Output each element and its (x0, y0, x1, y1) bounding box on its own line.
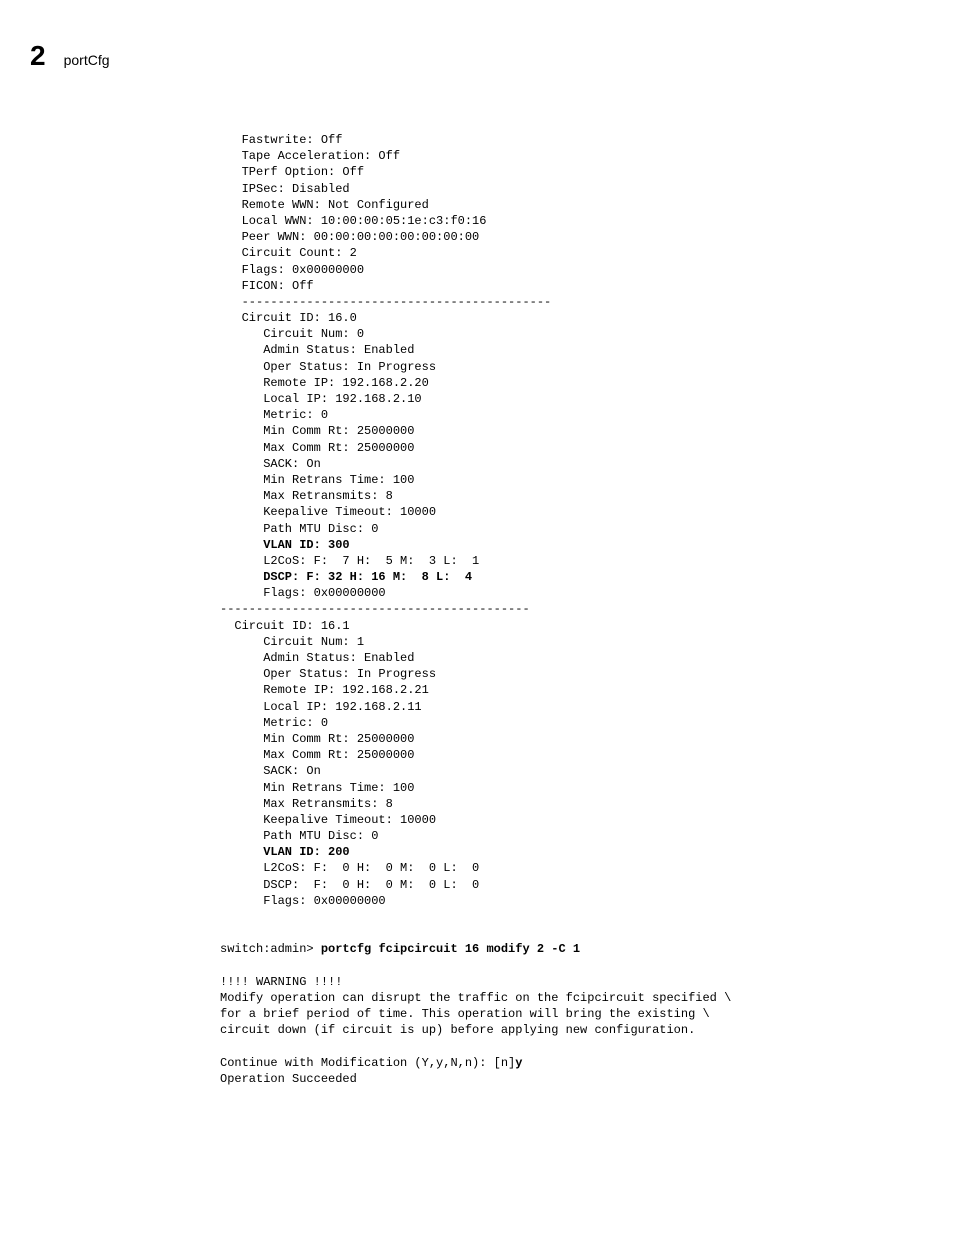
cfg-line: Local WWN: 10:00:00:05:1e:c3:f0:16 (220, 214, 486, 228)
console-output: Fastwrite: Off Tape Acceleration: Off TP… (220, 132, 894, 1087)
cfg-line: Path MTU Disc: 0 (220, 829, 378, 843)
prompt-line: Continue with Modification (Y,y,N,n): [n… (220, 1056, 515, 1070)
cfg-line: Local IP: 192.168.2.11 (220, 700, 422, 714)
cfg-line: Min Comm Rt: 25000000 (220, 424, 414, 438)
cfg-line: Keepalive Timeout: 10000 (220, 813, 436, 827)
cfg-line: Metric: 0 (220, 716, 328, 730)
warning-line: Modify operation can disrupt the traffic… (220, 991, 731, 1005)
page-header: 2 portCfg (30, 40, 894, 72)
cfg-line: Oper Status: In Progress (220, 667, 436, 681)
user-input: y (515, 1056, 522, 1070)
cfg-line: Min Retrans Time: 100 (220, 473, 414, 487)
cfg-line: Circuit Num: 0 (220, 327, 364, 341)
cfg-line: Keepalive Timeout: 10000 (220, 505, 436, 519)
flags-line: Flags: 0x00000000 (220, 894, 386, 908)
shell-prompt: switch:admin> (220, 942, 321, 956)
cfg-line: Local IP: 192.168.2.10 (220, 392, 422, 406)
cfg-line: Flags: 0x00000000 (220, 263, 364, 277)
cfg-line: Admin Status: Enabled (220, 343, 414, 357)
cfg-line: FICON: Off (220, 279, 314, 293)
cfg-line: Fastwrite: Off (220, 133, 342, 147)
l2cos-line: L2CoS: F: 0 H: 0 M: 0 L: 0 (220, 861, 479, 875)
warning-line: for a brief period of time. This operati… (220, 1007, 710, 1021)
result-line: Operation Succeeded (220, 1072, 357, 1086)
vlan-id-line: VLAN ID: 300 (220, 538, 350, 552)
cfg-line: IPSec: Disabled (220, 182, 350, 196)
cfg-line: Max Retransmits: 8 (220, 797, 393, 811)
dscp-line: DSCP: F: 32 H: 16 M: 8 L: 4 (220, 570, 472, 584)
cfg-line: Remote IP: 192.168.2.21 (220, 683, 429, 697)
l2cos-line: L2CoS: F: 7 H: 5 M: 3 L: 1 (220, 554, 479, 568)
dscp-line: DSCP: F: 0 H: 0 M: 0 L: 0 (220, 878, 479, 892)
separator-line: ----------------------------------------… (220, 602, 530, 616)
warning-line: circuit down (if circuit is up) before a… (220, 1023, 695, 1037)
flags-line: Flags: 0x00000000 (220, 586, 386, 600)
shell-command: portcfg fcipcircuit 16 modify 2 -C 1 (321, 942, 580, 956)
cfg-line: Peer WWN: 00:00:00:00:00:00:00:00 (220, 230, 479, 244)
chapter-number: 2 (30, 40, 46, 72)
cfg-line: Circuit Num: 1 (220, 635, 364, 649)
vlan-id-line: VLAN ID: 200 (220, 845, 350, 859)
cfg-line: Tape Acceleration: Off (220, 149, 400, 163)
cfg-line: Min Retrans Time: 100 (220, 781, 414, 795)
chapter-title: portCfg (64, 52, 110, 68)
cfg-line: Path MTU Disc: 0 (220, 522, 378, 536)
cfg-line: Circuit ID: 16.0 (220, 311, 357, 325)
cfg-line: ----------------------------------------… (220, 295, 551, 309)
cfg-line: Max Comm Rt: 25000000 (220, 441, 414, 455)
warning-line: !!!! WARNING !!!! (220, 975, 342, 989)
cfg-line: Admin Status: Enabled (220, 651, 414, 665)
cfg-line: Max Retransmits: 8 (220, 489, 393, 503)
cfg-line: Remote IP: 192.168.2.20 (220, 376, 429, 390)
cfg-line: Oper Status: In Progress (220, 360, 436, 374)
cfg-line: Circuit Count: 2 (220, 246, 357, 260)
cfg-line: Metric: 0 (220, 408, 328, 422)
cfg-line: Remote WWN: Not Configured (220, 198, 429, 212)
cfg-line: Circuit ID: 16.1 (220, 619, 350, 633)
cfg-line: SACK: On (220, 764, 321, 778)
cfg-line: Min Comm Rt: 25000000 (220, 732, 414, 746)
cfg-line: SACK: On (220, 457, 321, 471)
cfg-line: Max Comm Rt: 25000000 (220, 748, 414, 762)
cfg-line: TPerf Option: Off (220, 165, 364, 179)
